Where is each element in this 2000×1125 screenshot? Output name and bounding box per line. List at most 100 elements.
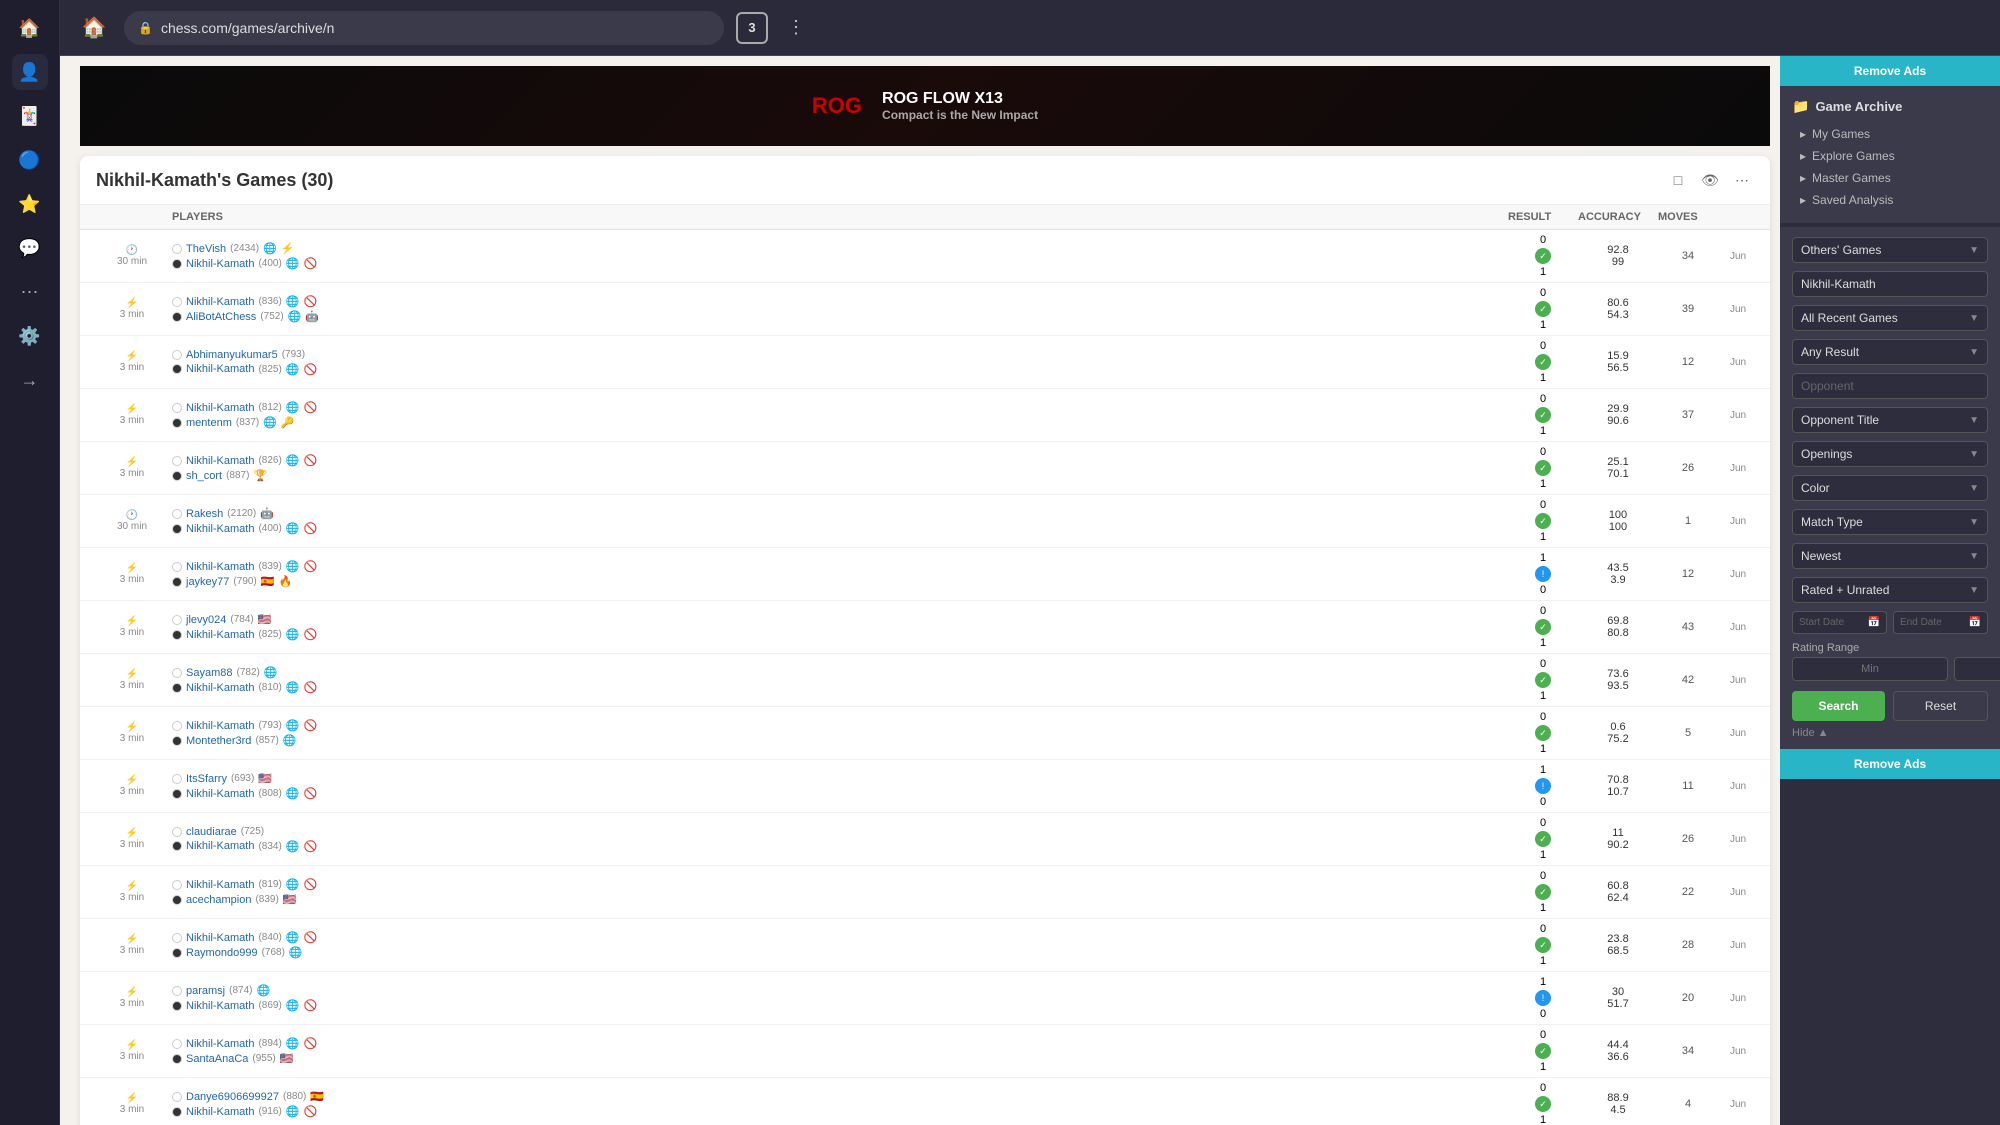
chevron-down-icon: ▼ [1969, 347, 1979, 358]
chevron-down-icon: ▼ [1969, 449, 1979, 460]
browser-url-bar[interactable]: 🔒 chess.com/games/archive/n [124, 11, 724, 45]
date-cell: Jun [1718, 940, 1758, 951]
color-select[interactable]: Color ▼ [1792, 475, 1988, 501]
sidebar-icon-home[interactable]: 🏠 [12, 10, 48, 46]
table-row[interactable]: ⚡3 min jlevy024(784)🇺🇸 Nikhil-Kamath(825… [80, 601, 1770, 654]
table-row[interactable]: ⚡3 min Nikhil-Kamath(894)🌐🚫 SantaAnaCa(9… [80, 1025, 1770, 1078]
table-row[interactable]: 🕐 30 min TheVish(2434)🌐⚡ Nikhil-Kamath(4… [80, 230, 1770, 283]
browser-menu-button[interactable]: ⋮ [780, 12, 812, 44]
table-row[interactable]: ⚡3 min Sayam88(782)🌐 Nikhil-Kamath(810)🌐… [80, 654, 1770, 707]
others-games-filter: Others' Games ▼ [1792, 237, 1988, 263]
table-row[interactable]: ⚡3 min paramsj(874)🌐 Nikhil-Kamath(869)🌐… [80, 972, 1770, 1025]
table-row[interactable]: ⚡3 min Nikhil-Kamath(819)🌐🚫 acechampion(… [80, 866, 1770, 919]
others-games-select[interactable]: Others' Games ▼ [1792, 237, 1988, 263]
remove-ads-bottom[interactable]: Remove Ads [1780, 749, 2000, 779]
table-row[interactable]: ⚡3 min Nikhil-Kamath(793)🌐🚫 Montether3rd… [80, 707, 1770, 760]
result-cell: 0✓1 [1508, 1082, 1578, 1125]
sidebar-icon-circle[interactable]: 🔵 [12, 142, 48, 178]
time-control: ⚡3 min [92, 881, 172, 903]
players-cell: Nikhil-Kamath(812)🌐🚫 mentenm(837)🌐🔑 [172, 401, 1508, 429]
browser-home-button[interactable]: 🏠 [76, 10, 112, 46]
rated-select[interactable]: Rated + Unrated ▼ [1792, 577, 1988, 603]
recent-games-select[interactable]: All Recent Games ▼ [1792, 305, 1988, 331]
accuracy-cell: 60.862.4 [1578, 880, 1658, 904]
opponent-title-select[interactable]: Opponent Title ▼ [1792, 407, 1988, 433]
sidebar-icon-star[interactable]: ⭐ [12, 186, 48, 222]
date-cell: Jun [1718, 357, 1758, 368]
match-type-select[interactable]: Match Type ▼ [1792, 509, 1988, 535]
openings-select[interactable]: Openings ▼ [1792, 441, 1988, 467]
result-cell: 0✓1 [1508, 446, 1578, 490]
table-row[interactable]: ⚡3 min ItsSfarry(693)🇺🇸 Nikhil-Kamath(80… [80, 760, 1770, 813]
accuracy-cell: 15.956.5 [1578, 350, 1658, 374]
time-icon: 🕐 [126, 245, 138, 256]
sidebar-icon-chat[interactable]: 💬 [12, 230, 48, 266]
accuracy-cell: 88.94.5 [1578, 1092, 1658, 1116]
accuracy-cell: 3051.7 [1578, 986, 1658, 1010]
view-icon[interactable]: 👁 [1698, 168, 1722, 192]
arrow-icon: ▸ [1800, 127, 1806, 141]
sidebar-icon-arrow[interactable]: → [12, 362, 48, 398]
accuracy-cell: 43.53.9 [1578, 562, 1658, 586]
rated-filter: Rated + Unrated ▼ [1792, 577, 1988, 603]
newest-select[interactable]: Newest ▼ [1792, 543, 1988, 569]
result-select[interactable]: Any Result ▼ [1792, 339, 1988, 365]
opponent-input[interactable] [1792, 373, 1988, 399]
remove-ads-top[interactable]: Remove Ads [1780, 56, 2000, 86]
copy-icon[interactable]: □ [1666, 168, 1690, 192]
date-cell: Jun [1718, 304, 1758, 315]
col-date [1718, 211, 1758, 223]
time-control: ⚡3 min [92, 934, 172, 956]
table-row[interactable]: ⚡3 min Abhimanyukumar5(793) Nikhil-Kamat… [80, 336, 1770, 389]
moves-cell: 28 [1658, 939, 1718, 951]
chevron-down-icon: ▼ [1969, 415, 1979, 426]
end-date-input[interactable]: End Date 📅 [1893, 611, 1988, 634]
accuracy-cell: 25.170.1 [1578, 456, 1658, 480]
hide-link[interactable]: Hide ▲ [1792, 727, 1988, 739]
players-cell: Nikhil-Kamath(894)🌐🚫 SantaAnaCa(955)🇺🇸 [172, 1037, 1508, 1065]
players-cell: paramsj(874)🌐 Nikhil-Kamath(869)🌐🚫 [172, 984, 1508, 1012]
sidebar-icon-more[interactable]: ⋯ [12, 274, 48, 310]
accuracy-cell: 29.990.6 [1578, 403, 1658, 427]
search-button[interactable]: Search [1792, 691, 1885, 721]
game-archive-title: 📁 Game Archive [1792, 98, 1988, 115]
result-cell: 1!0 [1508, 764, 1578, 808]
chevron-down-icon: ▼ [1969, 313, 1979, 324]
archive-menu-explore-games[interactable]: ▸ Explore Games [1792, 145, 1988, 167]
result-cell: 0✓1 [1508, 1029, 1578, 1073]
table-row[interactable]: ⚡3 min Nikhil-Kamath(840)🌐🚫 Raymondo999(… [80, 919, 1770, 972]
start-date-input[interactable]: Start Date 📅 [1792, 611, 1887, 634]
rating-min-input[interactable] [1792, 657, 1948, 681]
table-row[interactable]: 🕐30 min Rakesh(2120)🤖 Nikhil-Kamath(400)… [80, 495, 1770, 548]
table-row[interactable]: ⚡3 min Nikhil-Kamath(839)🌐🚫 jaykey77(790… [80, 548, 1770, 601]
content-area: ROG ROG FLOW X13 Compact is the New Impa… [60, 56, 2000, 1125]
time-control: ⚡3 min [92, 987, 172, 1009]
accuracy-cell: 73.693.5 [1578, 668, 1658, 692]
browser-tab-count[interactable]: 3 [736, 12, 768, 44]
players-cell: Sayam88(782)🌐 Nikhil-Kamath(810)🌐🚫 [172, 666, 1508, 694]
right-sidebar: Remove Ads 📁 Game Archive ▸ My Games ▸ E… [1780, 56, 2000, 1125]
players-cell: Nikhil-Kamath(793)🌐🚫 Montether3rd(857)🌐 [172, 719, 1508, 747]
reset-button[interactable]: Reset [1893, 691, 1988, 721]
archive-menu-master-games[interactable]: ▸ Master Games [1792, 167, 1988, 189]
date-cell: Jun [1718, 887, 1758, 898]
sidebar-icon-settings[interactable]: ⚙️ [12, 318, 48, 354]
players-cell: TheVish(2434)🌐⚡ Nikhil-Kamath(400)🌐🚫 [172, 242, 1508, 270]
table-row[interactable]: ⚡3 min Nikhil-Kamath(836)🌐🚫 AliBotAtChes… [80, 283, 1770, 336]
master-games-label: Master Games [1812, 171, 1891, 185]
rating-max-input[interactable] [1954, 657, 2000, 681]
sidebar-icon-cards[interactable]: 🃏 [12, 98, 48, 134]
time-control: ⚡3 min [92, 828, 172, 850]
archive-menu-my-games[interactable]: ▸ My Games [1792, 123, 1988, 145]
table-row[interactable]: ⚡3 min Danye6906699927(880)🇪🇸 Nikhil-Kam… [80, 1078, 1770, 1125]
archive-menu-saved-analysis[interactable]: ▸ Saved Analysis [1792, 189, 1988, 211]
sidebar-icon-profile[interactable]: 👤 [12, 54, 48, 90]
download-icon[interactable]: ⋯ [1730, 168, 1754, 192]
moves-cell: 42 [1658, 674, 1718, 686]
table-row[interactable]: ⚡3 min claudiarae(725) Nikhil-Kamath(834… [80, 813, 1770, 866]
username-display: Nikhil-Kamath [1792, 271, 1988, 297]
players-cell: Danye6906699927(880)🇪🇸 Nikhil-Kamath(916… [172, 1090, 1508, 1118]
table-row[interactable]: ⚡3 min Nikhil-Kamath(826)🌐🚫 sh_cort(887)… [80, 442, 1770, 495]
time-control: ⚡3 min [92, 616, 172, 638]
table-row[interactable]: ⚡3 min Nikhil-Kamath(812)🌐🚫 mentenm(837)… [80, 389, 1770, 442]
